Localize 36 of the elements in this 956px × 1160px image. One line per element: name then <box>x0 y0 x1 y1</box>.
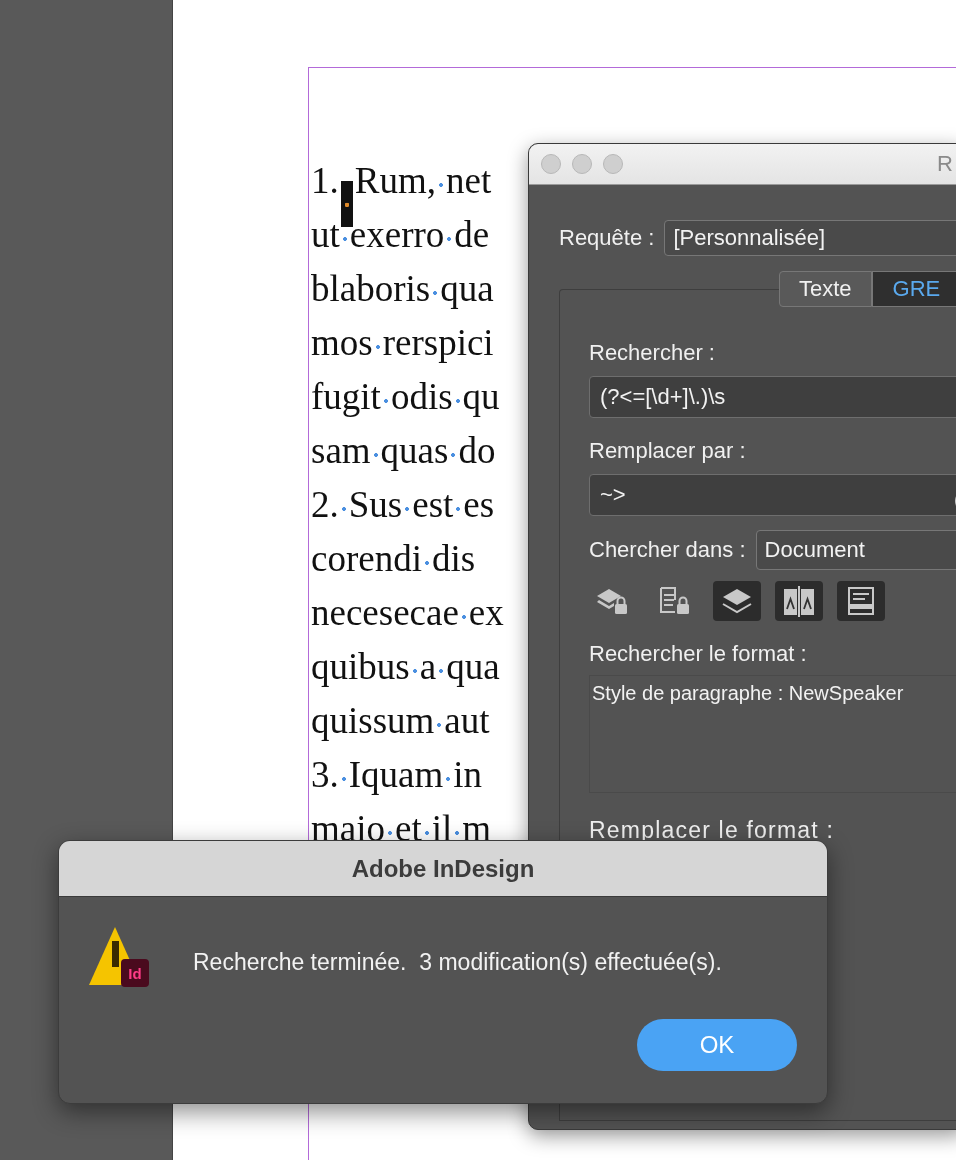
text-line: 3. Iquam in <box>311 753 483 797</box>
find-format-label: Rechercher le format : <box>589 641 808 667</box>
text-line: sam quas do <box>311 429 496 473</box>
window-title: R <box>937 151 953 177</box>
alert-message: Recherche terminée. 3 modification(s) effectuée(s). <box>193 949 722 976</box>
dialog-title: Adobe InDesign <box>351 854 535 883</box>
replace-format-label: Remplacer le format : <box>589 817 836 844</box>
text-line: 2. Sus est es <box>311 483 495 527</box>
app-badge: Id <box>121 959 149 987</box>
text-line: quibus a qua <box>311 645 500 689</box>
text-line: quissum aut <box>311 699 490 743</box>
text-line: corendi dis <box>311 537 476 581</box>
text-line: 1. Rum, net <box>311 154 492 208</box>
option-toggle[interactable] <box>775 581 823 621</box>
query-dropdown[interactable]: [Personnalisée] <box>664 220 956 256</box>
replace-field[interactable]: ~> <box>589 474 956 516</box>
find-label: Rechercher : <box>589 340 716 366</box>
query-label: Requête : <box>559 225 655 251</box>
tab[interactable]: GRE <box>871 271 956 307</box>
find-format-box[interactable]: Style de paragraphe : NewSpeaker <box>589 675 956 793</box>
document-icon <box>848 587 874 615</box>
text-line: mos rerspici <box>311 321 494 365</box>
replace-label: Remplacer par : <box>589 438 747 464</box>
option-toggle[interactable] <box>837 581 885 621</box>
search-in-label: Chercher dans : <box>589 537 746 563</box>
layers-icon <box>720 587 754 615</box>
text-line: fugit odis qu <box>311 375 500 419</box>
format-text: Style de paragraphe : NewSpeaker <box>592 682 904 704</box>
text-line: blaboris qua <box>311 267 494 311</box>
text-line: necesecae ex <box>311 591 504 635</box>
find-field[interactable]: (?<=[\d+]\.)\s <box>589 376 956 418</box>
option-toggle[interactable] <box>713 581 761 621</box>
spread-pages-icon <box>782 585 816 617</box>
search-in-dropdown[interactable]: Document <box>755 530 956 570</box>
tab[interactable]: Texte <box>779 271 872 307</box>
text-line: ut exerro de <box>311 213 490 257</box>
